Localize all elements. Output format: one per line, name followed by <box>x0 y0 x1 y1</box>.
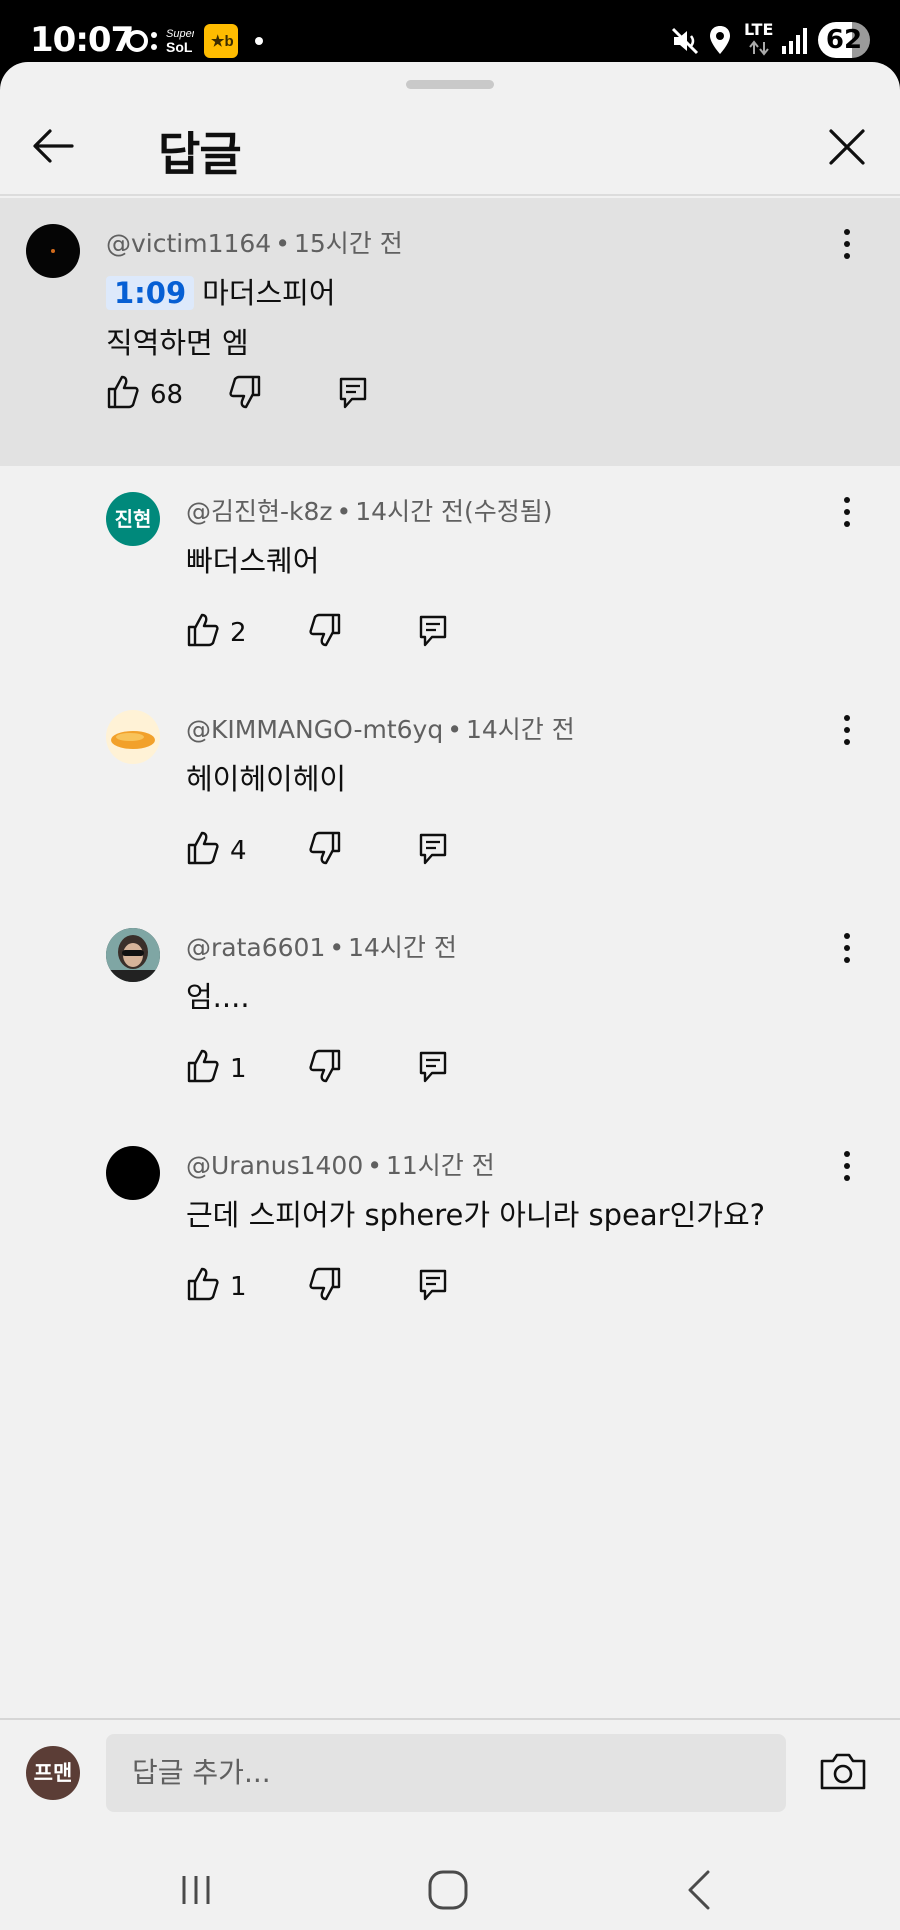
like-count: 2 <box>230 618 247 648</box>
location-icon <box>710 26 730 54</box>
more-options-icon[interactable] <box>832 1146 862 1186</box>
arrow-left-icon[interactable] <box>28 120 80 172</box>
reply-icon[interactable] <box>418 832 448 866</box>
like-count: 1 <box>230 1054 247 1084</box>
comment-meta: @KIMMANGO-mt6yq • 14시간 전 <box>186 715 575 744</box>
like-icon[interactable] <box>106 374 140 410</box>
comment-text: 1:09 마더스피어 <box>106 270 336 312</box>
reply-input-bar: 프맨 답글 추가... <box>0 1718 900 1846</box>
comment-actions: 1 <box>186 1048 466 1092</box>
avatar[interactable] <box>106 1146 160 1200</box>
like-icon[interactable] <box>186 830 220 866</box>
comment-author[interactable]: @rata6601 <box>186 933 325 962</box>
timestamp-link[interactable]: 1:09 <box>106 276 195 310</box>
comment-meta: @rata6601 • 14시간 전 <box>186 933 457 962</box>
comment-actions: 1 <box>186 1266 466 1310</box>
comment-meta: @김진현-k8z • 14시간 전(수정됨) <box>186 497 553 526</box>
comment-meta: @Uranus1400 • 11시간 전 <box>186 1151 495 1180</box>
drag-handle[interactable] <box>406 80 494 89</box>
supersol-app-icon: SuperSoL <box>166 28 194 55</box>
comment-author[interactable]: @victim1164 <box>106 229 271 258</box>
avatar[interactable] <box>106 710 160 764</box>
dislike-icon[interactable] <box>228 374 262 410</box>
dislike-icon[interactable] <box>308 612 342 648</box>
svg-text:★b: ★b <box>211 33 234 50</box>
comment-actions: 2 <box>186 612 466 656</box>
back-icon[interactable] <box>670 1860 730 1920</box>
comment-text: 근데 스피어가 sphere가 아니라 spear인가요? <box>186 1198 766 1232</box>
like-icon[interactable] <box>186 1266 220 1302</box>
comment-time: 14시간 전 <box>348 933 457 962</box>
comment-text: 엄.... <box>186 980 250 1014</box>
network-type: LTE <box>744 20 774 39</box>
replies-header: 답글 <box>0 98 900 196</box>
replies-sheet: 답글 @victim1164 • 15시간 전 1:09 마더스피어 직역하면 엠 6… <box>0 62 900 1930</box>
data-arrows-icon <box>749 40 769 56</box>
comment-author[interactable]: @김진현-k8z <box>186 497 333 526</box>
avatar[interactable] <box>106 928 160 982</box>
page-title: 답글 <box>158 127 242 181</box>
comment-time: 11시간 전 <box>385 1151 495 1180</box>
more-options-icon[interactable] <box>832 224 862 264</box>
comment-actions: 4 <box>186 830 466 874</box>
comment-actions: 68 <box>106 374 386 418</box>
reply-icon[interactable] <box>418 614 448 648</box>
notification-icon <box>126 30 157 52</box>
close-icon[interactable] <box>820 120 874 174</box>
comment-time: 15시간 전 <box>293 229 403 258</box>
reply-input[interactable]: 답글 추가... <box>106 1734 786 1812</box>
comment-text-line2: 직역하면 엠 <box>106 326 249 360</box>
home-icon[interactable] <box>418 1860 478 1920</box>
avatar[interactable] <box>26 224 80 278</box>
more-options-icon[interactable] <box>832 710 862 750</box>
battery-indicator: 62 <box>818 22 870 58</box>
reply-icon[interactable] <box>338 376 368 410</box>
comment-author[interactable]: @KIMMANGO-mt6yq <box>186 715 443 744</box>
dislike-icon[interactable] <box>308 1266 342 1302</box>
kb-app-icon: ★b <box>204 24 238 58</box>
like-count: 4 <box>230 836 247 866</box>
signal-icon <box>782 28 807 54</box>
like-icon[interactable] <box>186 1048 220 1084</box>
svg-text:SoL: SoL <box>166 39 193 55</box>
more-notifications-dot-icon <box>255 37 263 45</box>
mute-icon <box>671 27 699 55</box>
comment-text: 빠더스퀘어 <box>186 544 320 578</box>
dislike-icon[interactable] <box>308 1048 342 1084</box>
comment-author[interactable]: @Uranus1400 <box>186 1151 363 1180</box>
status-time: 10:07 <box>30 20 134 60</box>
reply-icon[interactable] <box>418 1268 448 1302</box>
comment-text: 헤이헤이헤이 <box>186 762 347 796</box>
more-options-icon[interactable] <box>832 928 862 968</box>
reply-icon[interactable] <box>418 1050 448 1084</box>
recents-icon[interactable] <box>166 1860 226 1920</box>
system-nav-bar <box>0 1846 900 1930</box>
dislike-icon[interactable] <box>308 830 342 866</box>
comment-time: 14시간 전 <box>465 715 575 744</box>
like-icon[interactable] <box>186 612 220 648</box>
like-count: 1 <box>230 1272 247 1302</box>
avatar[interactable]: 진현 <box>106 492 160 546</box>
camera-icon[interactable] <box>818 1746 868 1796</box>
comment-meta: @victim1164 • 15시간 전 <box>106 229 403 258</box>
like-count: 68 <box>150 380 184 410</box>
comment-time: 14시간 전(수정됨) <box>355 497 553 526</box>
more-options-icon[interactable] <box>832 492 862 532</box>
my-avatar: 프맨 <box>26 1746 80 1800</box>
